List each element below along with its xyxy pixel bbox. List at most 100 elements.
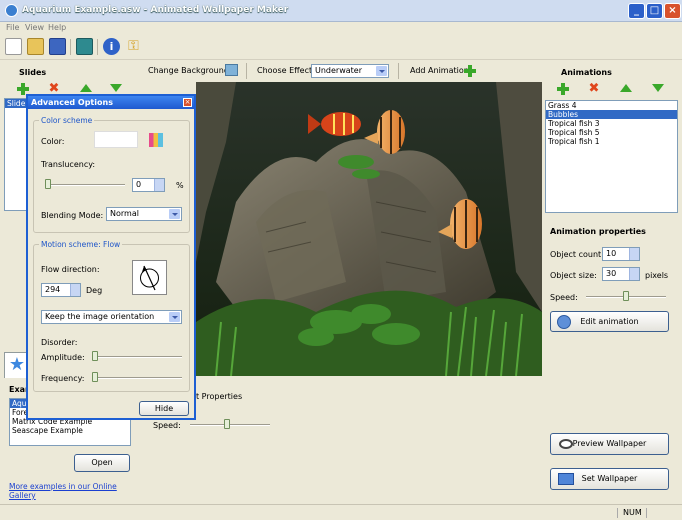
slide-properties-title: t Properties xyxy=(196,392,243,401)
spinner-arrows-icon[interactable] xyxy=(70,284,80,296)
menu-view[interactable]: View xyxy=(25,23,44,32)
orientation-select[interactable]: Keep the image orientation xyxy=(41,310,182,324)
animation-properties-title: Animation properties xyxy=(550,227,646,236)
animations-list[interactable]: Grass 4 Bubbles Tropical fish 3 Tropical… xyxy=(545,100,678,213)
aquarium-scene xyxy=(196,82,542,376)
animation-speed-thumb[interactable] xyxy=(623,291,629,301)
translucency-track[interactable] xyxy=(45,184,125,186)
flow-direction-spinner[interactable]: 294 xyxy=(41,283,81,297)
open-folder-icon[interactable] xyxy=(27,38,44,55)
info-icon[interactable]: i xyxy=(103,38,120,55)
flow-direction-unit: Deg xyxy=(86,286,103,295)
monitor-icon xyxy=(558,473,574,485)
close-button[interactable]: × xyxy=(664,3,681,19)
set-wallpaper-label: Set Wallpaper xyxy=(581,474,638,483)
online-gallery-link[interactable]: More examples in our Online Gallery xyxy=(9,482,138,500)
amplitude-track[interactable] xyxy=(94,356,182,358)
move-down-icon[interactable] xyxy=(652,84,664,92)
open-example-button[interactable]: Open xyxy=(74,454,130,472)
move-up-icon[interactable] xyxy=(80,84,92,92)
translucency-spinner[interactable]: 0 xyxy=(132,178,165,192)
add-animation-icon[interactable] xyxy=(557,83,569,95)
frequency-label: Frequency: xyxy=(41,374,85,383)
spinner-arrows-icon[interactable] xyxy=(154,179,164,191)
key-icon[interactable]: ⚿ xyxy=(125,38,142,55)
list-item[interactable]: Seascape Example xyxy=(10,426,130,435)
dialog-title: Advanced Options xyxy=(28,96,194,109)
blending-mode-select[interactable]: Normal xyxy=(106,207,182,221)
status-divider xyxy=(646,508,647,518)
effects-toolbar: Change Background Choose Effect: Underwa… xyxy=(140,60,540,82)
spinner-arrows-icon[interactable] xyxy=(629,268,639,280)
set-wallpaper-button[interactable]: Set Wallpaper xyxy=(550,468,669,490)
advanced-options-dialog: Advanced Options × Color scheme Color: T… xyxy=(26,94,196,420)
gear-icon xyxy=(557,315,571,329)
effect-select-value: Underwater xyxy=(315,66,363,75)
slides-title: Slides xyxy=(19,68,47,77)
slide-speed-track[interactable] xyxy=(190,424,270,426)
frequency-track[interactable] xyxy=(94,377,182,379)
list-item[interactable]: Tropical fish 1 xyxy=(546,137,677,146)
new-file-icon[interactable] xyxy=(5,38,22,55)
status-bar: NUM xyxy=(0,504,682,520)
amplitude-label: Amplitude: xyxy=(41,353,85,362)
move-up-icon[interactable] xyxy=(620,84,632,92)
preview-icon[interactable] xyxy=(76,38,93,55)
amplitude-thumb[interactable] xyxy=(92,351,98,361)
title-bar: Aquarium Example.asw - Animated Wallpape… xyxy=(0,0,682,22)
toolbar-separator xyxy=(398,63,399,79)
object-count-spinner[interactable]: 10 xyxy=(602,247,640,261)
object-size-label: Object size: xyxy=(550,271,597,280)
disorder-label: Disorder: xyxy=(41,338,78,347)
toolbar-separator xyxy=(70,39,71,55)
edit-animation-button[interactable]: Edit animation xyxy=(550,311,669,332)
speed-label: Speed: xyxy=(550,293,578,302)
translucency-value: 0 xyxy=(136,180,142,189)
app-icon xyxy=(5,4,18,17)
slide-speed-label: Speed: xyxy=(153,421,181,430)
main-toolbar: i ⚿ xyxy=(0,34,682,60)
translucency-label: Translucency: xyxy=(41,160,96,169)
menu-help[interactable]: Help xyxy=(48,23,66,32)
menu-file[interactable]: File xyxy=(6,23,19,32)
chevron-down-icon xyxy=(169,209,180,219)
effect-select[interactable]: Underwater xyxy=(311,64,389,78)
window-title: Aquarium Example.asw - Animated Wallpape… xyxy=(22,5,289,15)
picture-icon xyxy=(225,64,238,76)
preview-wallpaper-button[interactable]: Preview Wallpaper xyxy=(550,433,669,455)
list-item[interactable]: Bubbles xyxy=(546,110,677,119)
chevron-down-icon xyxy=(376,66,387,76)
list-item[interactable]: Tropical fish 3 xyxy=(546,119,677,128)
add-animation-button[interactable]: Add Animation xyxy=(410,66,469,75)
choose-effect-label: Choose Effect: xyxy=(257,66,315,75)
save-icon[interactable] xyxy=(49,38,66,55)
object-size-spinner[interactable]: 30 xyxy=(602,267,640,281)
color-scheme-label: Color scheme xyxy=(39,116,95,125)
list-item[interactable]: Grass 4 xyxy=(546,101,677,110)
spinner-arrows-icon[interactable] xyxy=(629,248,639,260)
list-item[interactable]: Tropical fish 5 xyxy=(546,128,677,137)
translucency-thumb[interactable] xyxy=(45,179,51,189)
frequency-thumb[interactable] xyxy=(92,372,98,382)
flow-direction-label: Flow direction: xyxy=(41,265,100,274)
wallpaper-canvas[interactable] xyxy=(196,82,542,376)
maximize-button[interactable]: □ xyxy=(646,3,663,19)
num-lock-indicator: NUM xyxy=(623,508,642,517)
plus-icon[interactable] xyxy=(464,65,476,77)
dialog-close-icon[interactable]: × xyxy=(183,98,192,107)
minimize-button[interactable]: _ xyxy=(628,3,645,19)
object-count-value: 10 xyxy=(606,249,617,258)
palette-icon[interactable] xyxy=(149,133,163,147)
slide-speed-thumb[interactable] xyxy=(224,419,230,429)
eye-icon xyxy=(559,439,573,449)
motion-scheme-label: Motion scheme: Flow xyxy=(39,240,123,249)
move-down-icon[interactable] xyxy=(110,84,122,92)
direction-dial[interactable] xyxy=(132,260,167,295)
change-background-button[interactable]: Change Background xyxy=(148,66,229,75)
menu-bar: File View Help xyxy=(0,22,682,34)
object-size-unit: pixels xyxy=(645,271,669,280)
blending-mode-label: Blending Mode: xyxy=(41,211,104,220)
color-swatch[interactable] xyxy=(94,131,138,148)
remove-animation-icon[interactable]: ✖ xyxy=(588,82,600,95)
hide-button[interactable]: Hide xyxy=(139,401,189,416)
